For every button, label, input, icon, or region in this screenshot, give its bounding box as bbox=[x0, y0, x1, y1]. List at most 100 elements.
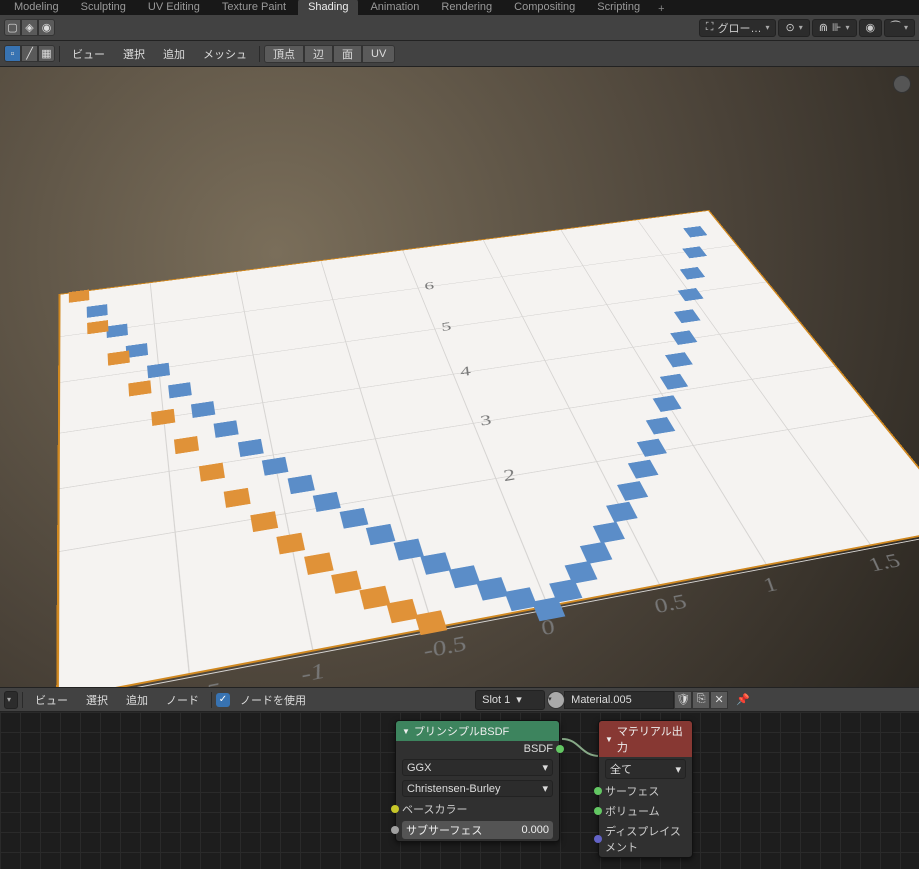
tab-modeling[interactable]: Modeling bbox=[4, 0, 69, 15]
tab-compositing[interactable]: Compositing bbox=[504, 0, 585, 15]
material-slot-dropdown[interactable]: Slot 1 ▾ bbox=[475, 690, 545, 710]
material-name-input[interactable]: Material.005 bbox=[564, 691, 674, 709]
socket-icon[interactable] bbox=[556, 745, 564, 753]
add-workspace-button[interactable]: + bbox=[652, 3, 670, 15]
fake-user-button[interactable]: 🛡 bbox=[674, 691, 692, 709]
snap-dropdown[interactable]: ⋒ ⊪ ▾ bbox=[812, 19, 857, 37]
chart-marker bbox=[414, 610, 446, 635]
tab-texture-paint[interactable]: Texture Paint bbox=[212, 0, 296, 15]
solid-shading-button[interactable]: ◈ bbox=[21, 19, 38, 36]
select-mode-buttons: ▫ ╱ ▦ bbox=[4, 45, 55, 62]
uv-mode-button[interactable]: UV bbox=[362, 45, 395, 63]
sss-method-dropdown[interactable]: Christensen-Burley▾ bbox=[396, 778, 559, 799]
material-preview-icon[interactable]: ▾ bbox=[547, 691, 565, 709]
bsdf-output-socket[interactable]: BSDF bbox=[396, 741, 559, 757]
socket-label: ディスプレイスメント bbox=[605, 823, 686, 855]
socket-label: ベースカラー bbox=[402, 801, 553, 817]
socket-icon[interactable] bbox=[391, 805, 399, 813]
orientation-icon: ⛶ bbox=[706, 21, 714, 34]
vertex-mode-button[interactable]: 頂点 bbox=[264, 45, 304, 63]
face-mode-button[interactable]: 面 bbox=[333, 45, 362, 63]
view-menu[interactable]: ビュー bbox=[64, 44, 113, 64]
socket-icon[interactable] bbox=[391, 826, 399, 834]
matcap-shading-button[interactable]: ◉ bbox=[38, 19, 55, 36]
subsurface-input[interactable]: サブサーフェス 0.000 bbox=[396, 819, 559, 841]
node-select-menu[interactable]: 選択 bbox=[78, 690, 116, 710]
orientation-dropdown[interactable]: ⛶ グロー… ▾ bbox=[699, 19, 777, 37]
node-view-menu[interactable]: ビュー bbox=[27, 690, 76, 710]
socket-label: BSDF bbox=[524, 743, 553, 755]
separator bbox=[22, 692, 23, 708]
orientation-label: グロー… bbox=[717, 20, 761, 36]
navigation-gizmo[interactable] bbox=[893, 75, 911, 93]
separator bbox=[259, 46, 260, 62]
use-nodes-checkbox[interactable]: ✓ bbox=[216, 693, 230, 707]
separator bbox=[59, 46, 60, 62]
node-editor-header: ▾ ビュー 選択 追加 ノード ✓ ノードを使用 Slot 1 ▾ ▾ Mate… bbox=[0, 687, 919, 712]
node-node-menu[interactable]: ノード bbox=[158, 690, 207, 710]
viewport-subheader: ▫ ╱ ▦ ビュー 選択 追加 メッシュ 頂点 辺 面 UV bbox=[0, 41, 919, 67]
shading-mode-buttons: ▢ ◈ ◉ bbox=[4, 19, 55, 36]
use-nodes-label: ノードを使用 bbox=[232, 690, 314, 710]
chart-plane: -1.5-1-0.500.511.523456 bbox=[56, 210, 919, 687]
tab-rendering[interactable]: Rendering bbox=[431, 0, 502, 15]
wireframe-shading-button[interactable]: ▢ bbox=[4, 19, 21, 36]
add-menu[interactable]: 追加 bbox=[155, 44, 193, 64]
displacement-input-socket[interactable]: ディスプレイスメント bbox=[599, 821, 692, 857]
base-color-input[interactable]: ベースカラー bbox=[396, 799, 559, 819]
target-dropdown[interactable]: 全て▾ bbox=[599, 757, 692, 781]
node-header[interactable]: ▼ マテリアル出力 bbox=[599, 721, 692, 757]
chart-plane-wrap: -1.5-1-0.500.511.523456 bbox=[70, 107, 850, 687]
proportional-edit-toggle[interactable]: ◉ bbox=[859, 19, 883, 37]
chevron-down-icon: ▾ bbox=[846, 23, 850, 32]
socket-icon[interactable] bbox=[594, 835, 602, 843]
falloff-curve-icon: ⁀ bbox=[891, 21, 900, 34]
new-material-button[interactable]: ⎘ bbox=[692, 691, 710, 709]
edge-mode-button[interactable]: 辺 bbox=[304, 45, 333, 63]
node-header[interactable]: ▼ プリンシプルBSDF bbox=[396, 721, 559, 741]
face-select-button[interactable]: ▦ bbox=[38, 45, 55, 62]
collapse-triangle-icon[interactable]: ▼ bbox=[605, 735, 613, 744]
socket-icon[interactable] bbox=[594, 787, 602, 795]
3d-viewport[interactable]: -1.5-1-0.500.511.523456 bbox=[0, 67, 919, 687]
chevron-down-icon: ▾ bbox=[542, 782, 548, 795]
distribution-dropdown[interactable]: GGX▾ bbox=[396, 757, 559, 778]
edge-select-button[interactable]: ╱ bbox=[21, 45, 38, 62]
node-add-menu[interactable]: 追加 bbox=[118, 690, 156, 710]
tab-animation[interactable]: Animation bbox=[360, 0, 429, 15]
separator bbox=[211, 692, 212, 708]
socket-label: サーフェス bbox=[605, 783, 686, 799]
tab-scripting[interactable]: Scripting bbox=[587, 0, 650, 15]
node-title: マテリアル出力 bbox=[617, 723, 686, 755]
node-editor[interactable]: ▼ プリンシプルBSDF BSDF GGX▾ Christensen-Burle… bbox=[0, 712, 919, 869]
chevron-down-icon: ▾ bbox=[904, 23, 908, 32]
material-field: ▾ Material.005 🛡 ⎘ ✕ bbox=[547, 691, 728, 709]
pivot-dropdown[interactable]: ⊙ ▾ bbox=[778, 19, 809, 37]
mesh-menu[interactable]: メッシュ bbox=[195, 44, 255, 64]
material-output-node[interactable]: ▼ マテリアル出力 全て▾ サーフェス ボリューム ディスプレイスメント bbox=[598, 720, 693, 858]
slider-label: サブサーフェス bbox=[406, 822, 482, 838]
vertex-select-button[interactable]: ▫ bbox=[4, 45, 21, 62]
select-menu[interactable]: 選択 bbox=[115, 44, 153, 64]
socket-label: ボリューム bbox=[605, 803, 686, 819]
pin-button[interactable]: 📌 bbox=[730, 693, 756, 706]
chevron-down-icon: ▾ bbox=[516, 693, 522, 706]
unlink-material-button[interactable]: ✕ bbox=[710, 691, 728, 709]
slider-value: 0.000 bbox=[521, 824, 549, 836]
tab-shading[interactable]: Shading bbox=[298, 0, 358, 15]
volume-input-socket[interactable]: ボリューム bbox=[599, 801, 692, 821]
surface-input-socket[interactable]: サーフェス bbox=[599, 781, 692, 801]
principled-bsdf-node[interactable]: ▼ プリンシプルBSDF BSDF GGX▾ Christensen-Burle… bbox=[395, 720, 560, 842]
pivot-icon: ⊙ bbox=[785, 21, 794, 34]
tab-sculpting[interactable]: Sculpting bbox=[71, 0, 136, 15]
proportional-falloff-dropdown[interactable]: ⁀ ▾ bbox=[884, 19, 915, 37]
chevron-down-icon: ▾ bbox=[542, 761, 548, 774]
magnet-icon: ⋒ bbox=[819, 21, 828, 34]
editor-type-dropdown[interactable]: ▾ bbox=[4, 691, 18, 709]
collapse-triangle-icon[interactable]: ▼ bbox=[402, 727, 410, 736]
tab-uv-editing[interactable]: UV Editing bbox=[138, 0, 210, 15]
node-title: プリンシプルBSDF bbox=[414, 723, 509, 739]
proportional-icon: ◉ bbox=[866, 21, 876, 34]
dropdown-value: 全て bbox=[610, 761, 632, 777]
socket-icon[interactable] bbox=[594, 807, 602, 815]
